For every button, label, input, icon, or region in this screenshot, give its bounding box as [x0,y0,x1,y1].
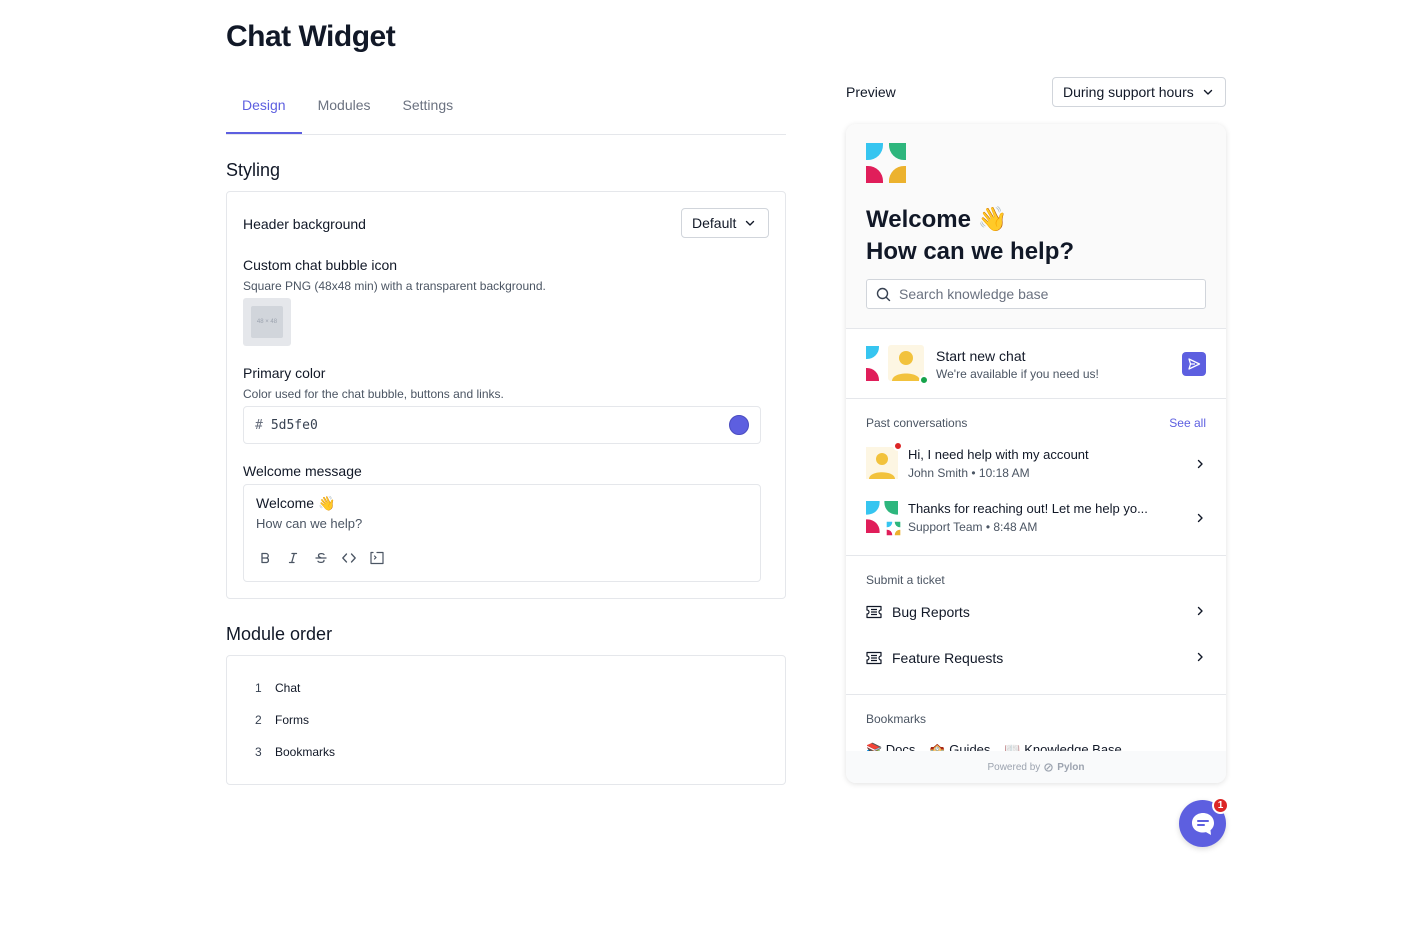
pylon-logo-icon [1044,762,1053,772]
primary-color-input[interactable]: # 5d5fe0 [243,406,761,444]
see-all-link[interactable]: See all [1169,416,1206,430]
start-chat-subtitle: We're available if you need us! [936,367,1099,381]
bookmarks-title: Bookmarks [866,712,927,726]
search-placeholder: Search knowledge base [899,286,1049,302]
widget-header: Welcome 👋 How can we help? Search knowle… [846,124,1226,329]
welcome-line-2: How can we help? [256,516,363,531]
ticket-icon [866,605,882,619]
ticket-label: Feature Requests [892,650,1004,666]
user-avatar [866,447,898,479]
chevron-down-icon [1203,89,1212,95]
widget-welcome-title: Welcome 👋 How can we help? [866,204,1074,268]
conversation-meta: John Smith • 10:18 AM [908,466,1030,480]
header-background-label: Header background [243,216,366,232]
conversation-title: Hi, I need help with my account [908,447,1089,462]
ticket-feature-requests[interactable]: Feature Requests [866,646,1206,670]
preview-label: Preview [846,84,896,100]
unread-dot [893,441,903,451]
italic-icon[interactable] [284,549,302,567]
image-placeholder: 48 × 48 [251,306,283,338]
strikethrough-icon[interactable] [312,549,330,567]
module-item[interactable]: 3 Bookmarks [255,745,335,759]
bold-icon[interactable] [256,549,274,567]
page-title: Chat Widget [226,20,396,53]
ticket-label: Bug Reports [892,604,970,620]
module-order-card: 1 Chat 2 Forms 3 Bookmarks [226,655,786,785]
conversation-meta: Support Team • 8:48 AM [908,520,1038,534]
code-icon[interactable] [340,549,358,567]
tab-design[interactable]: Design [226,88,302,134]
module-num: 2 [255,713,262,727]
chevron-down-icon [746,220,755,226]
styling-section-title: Styling [226,160,281,180]
widget-preview: Welcome 👋 How can we help? Search knowle… [846,124,1226,783]
custom-icon-label: Custom chat bubble icon [243,257,398,273]
tab-bar: Design Modules Settings [226,88,786,135]
primary-color-value: 5d5fe0 [270,417,318,433]
chat-icon [1191,812,1214,835]
module-label: Bookmarks [275,745,336,759]
welcome-message-editor[interactable]: Welcome 👋 How can we help? [243,484,761,582]
start-chat-row[interactable]: Start new chat We're available if you ne… [846,329,1226,399]
styling-card: Header background Default Custom chat bu… [226,191,786,599]
hash-prefix: # [255,417,263,433]
welcome-line-1: Welcome 👋 [256,495,336,511]
module-item[interactable]: 1 Chat [255,681,300,695]
chevron-right-icon [1197,513,1203,523]
module-item[interactable]: 2 Forms [255,713,309,727]
welcome-message-label: Welcome message [243,463,362,479]
powered-by-text: Powered by [987,761,1041,773]
code-block-icon[interactable] [368,549,386,567]
ticket-bug-reports[interactable]: Bug Reports [866,600,1206,624]
color-swatch[interactable] [729,415,749,435]
agent-avatar [888,345,924,381]
module-label: Chat [275,681,301,695]
header-background-select[interactable]: Default [681,208,769,238]
chevron-right-icon [1197,459,1203,469]
editor-toolbar [256,549,386,567]
widget-welcome-line: Welcome 👋 [866,206,1008,233]
powered-by-footer: Powered by Pylon [846,751,1226,783]
submit-ticket-section: Submit a ticket Bug Reports Feature Requ… [846,556,1226,695]
conversation-item[interactable]: Hi, I need help with my account John Smi… [866,441,1206,487]
header-background-value: Default [692,215,737,231]
past-conversations: Past conversations See all Hi, I need he… [846,399,1226,556]
preview-mode-select[interactable]: During support hours [1052,77,1226,107]
past-conversations-title: Past conversations [866,416,968,430]
bookmarks-section: Bookmarks 📚 Docs 🏫 Guides 📖 Knowledge Ba… [846,695,1226,755]
company-logo [866,143,906,183]
conversation-item[interactable]: Thanks for reaching out! Let me help yo.… [866,501,1206,541]
module-num: 1 [255,681,262,695]
search-icon [876,287,891,301]
knowledge-search-input[interactable]: Search knowledge base [866,279,1206,309]
submit-ticket-title: Submit a ticket [866,573,945,587]
tab-modules[interactable]: Modules [302,88,387,134]
primary-color-help: Color used for the chat bubble, buttons … [243,387,504,401]
pylon-brand: Pylon [1057,761,1085,773]
preview-mode-value: During support hours [1063,84,1194,100]
custom-icon-upload[interactable]: 48 × 48 [243,298,291,346]
primary-color-label: Primary color [243,365,326,381]
send-button[interactable] [1182,352,1206,376]
small-logo-icon [885,520,902,537]
ticket-icon [866,651,882,665]
chevron-right-icon [1197,606,1203,616]
chevron-right-icon [1197,652,1203,662]
module-order-title: Module order [226,624,333,644]
company-logo-half [866,346,879,381]
start-chat-title: Start new chat [936,348,1026,364]
notification-badge: 1 [1212,797,1229,814]
custom-icon-help: Square PNG (48x48 min) with a transparen… [243,279,546,293]
conversation-title: Thanks for reaching out! Let me help yo.… [908,501,1148,516]
send-icon [1188,358,1201,370]
widget-help-line: How can we help? [866,238,1075,265]
module-num: 3 [255,745,262,759]
module-label: Forms [275,713,309,727]
tab-settings[interactable]: Settings [387,88,470,134]
online-status-dot [919,375,929,385]
